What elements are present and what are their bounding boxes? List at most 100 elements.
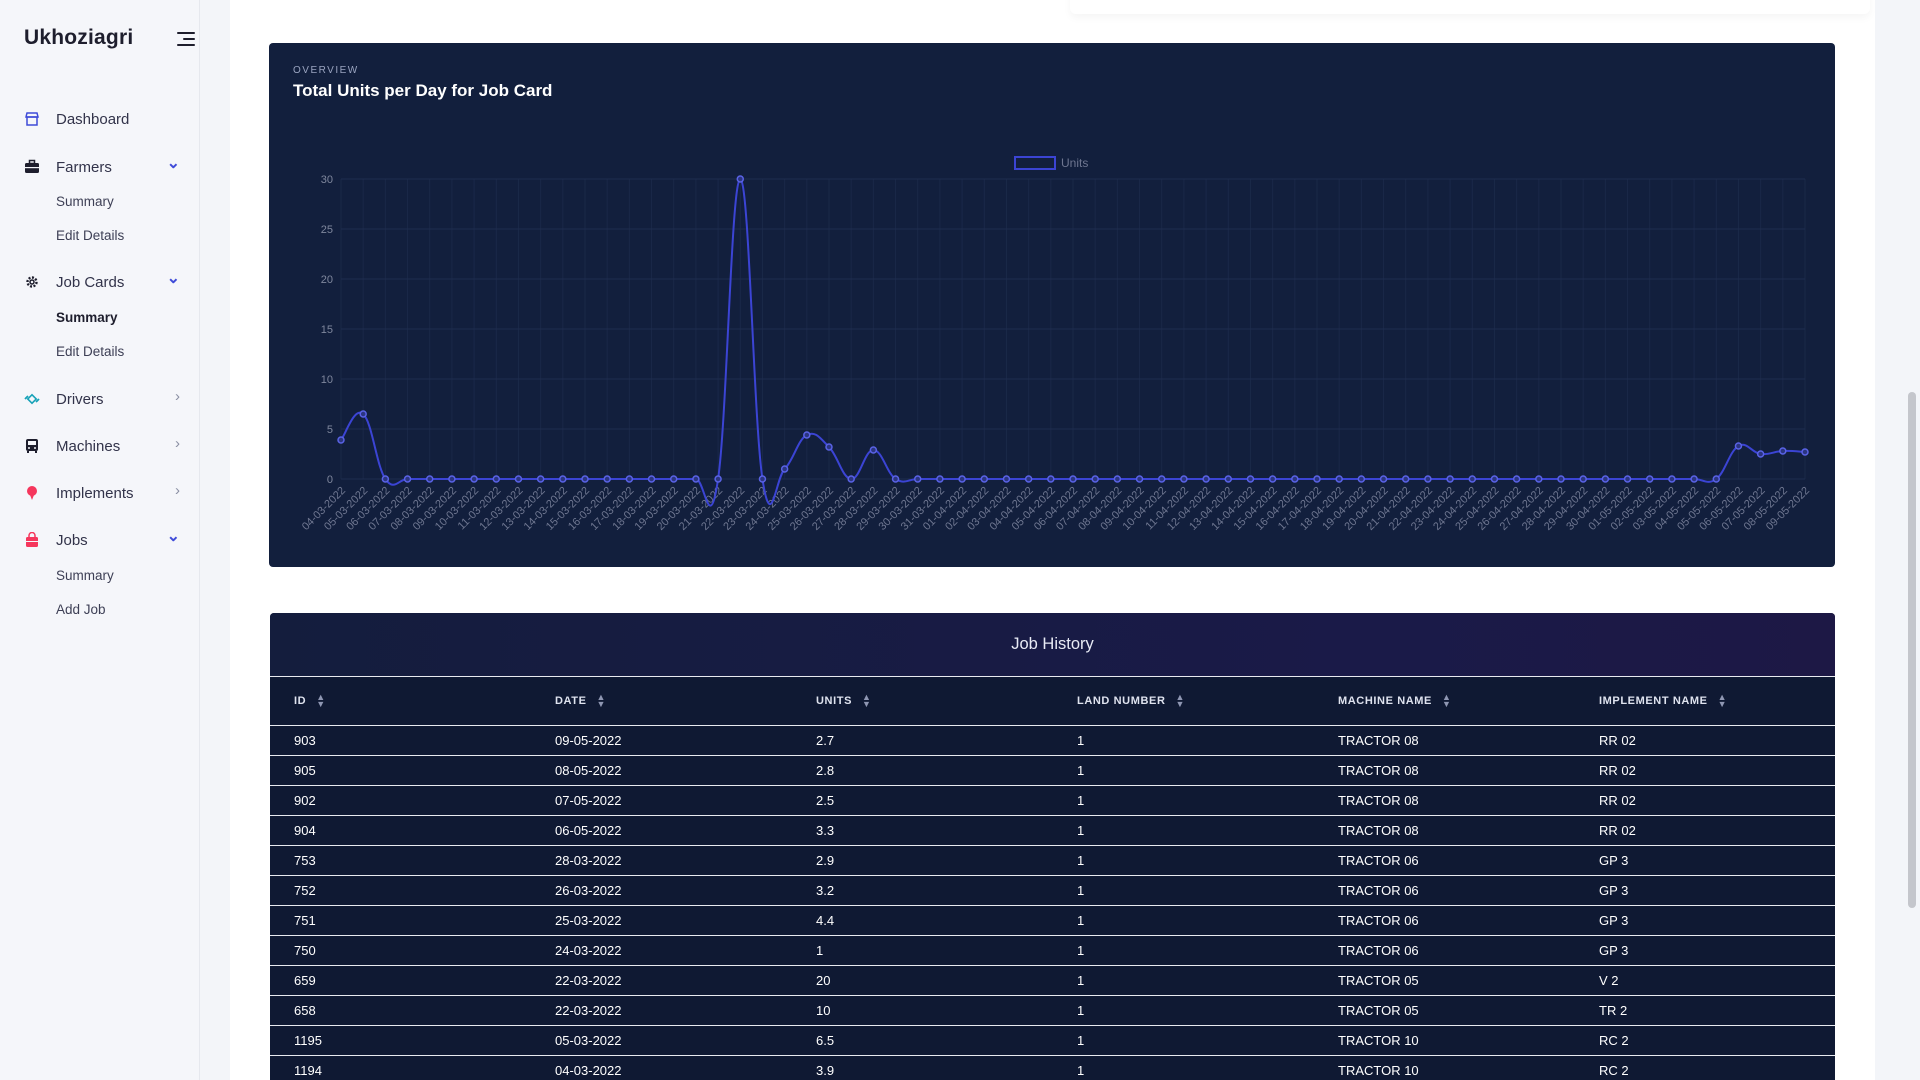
table-header-bar: Job History: [270, 613, 1835, 677]
column-header-date[interactable]: DATE ▲ ▼: [531, 677, 792, 726]
sidebar-item-jobs[interactable]: Jobs ⌄: [24, 528, 180, 552]
data-point: [1490, 475, 1499, 483]
data-point: [1113, 475, 1122, 483]
sidebar-subitem-jobs-add-job[interactable]: Add Job: [56, 602, 106, 617]
table-cell: 08-05-2022: [531, 755, 792, 786]
data-point: [337, 436, 345, 444]
sort-icon[interactable]: ▲ ▼: [316, 692, 326, 708]
column-header-label: IMPLEMENT NAME: [1599, 694, 1708, 707]
table-cell: 3.2: [792, 875, 1053, 906]
table-cell: GP 3: [1575, 845, 1835, 876]
store-icon: [24, 111, 40, 127]
sidebar-subitem-farmers-summary[interactable]: Summary: [56, 194, 114, 209]
table-row[interactable]: 903 09-05-2022 2.7 1 TRACTOR 08 RR 02: [270, 725, 1835, 756]
table-cell: 904: [270, 815, 531, 846]
sidebar-item-farmers[interactable]: Farmers ⌄: [24, 155, 180, 179]
table-cell: 22-03-2022: [531, 965, 792, 996]
table-title: Job History: [1011, 635, 1094, 653]
sidebar-item-dashboard[interactable]: Dashboard: [24, 107, 180, 131]
data-point: [847, 475, 855, 483]
table-row[interactable]: 659 22-03-2022 20 1 TRACTOR 05 V 2: [270, 965, 1835, 996]
table-cell: 752: [270, 875, 531, 906]
column-header-label: LAND NUMBER: [1077, 694, 1166, 707]
sidebar-item-drivers[interactable]: Drivers ›: [24, 387, 180, 411]
column-header-implement-name[interactable]: IMPLEMENT NAME ▲ ▼: [1575, 677, 1835, 726]
table-cell: 2.7: [792, 725, 1053, 756]
column-header-id[interactable]: ID ▲ ▼: [270, 677, 531, 726]
table-row[interactable]: 1194 04-03-2022 3.9 1 TRACTOR 10 RC 2: [270, 1055, 1835, 1080]
sort-icon[interactable]: ▲ ▼: [1442, 692, 1452, 708]
data-point: [1756, 450, 1765, 458]
table-row[interactable]: 751 25-03-2022 4.4 1 TRACTOR 06 GP 3: [270, 905, 1835, 936]
y-tick-label: 30: [321, 174, 333, 186]
table-row[interactable]: 658 22-03-2022 10 1 TRACTOR 05 TR 2: [270, 995, 1835, 1026]
data-point: [1379, 475, 1388, 483]
table-row[interactable]: 902 07-05-2022 2.5 1 TRACTOR 08 RR 02: [270, 785, 1835, 816]
table-cell: 6.5: [792, 1025, 1053, 1056]
table-cell: TRACTOR 06: [1314, 875, 1575, 906]
column-header-units[interactable]: UNITS ▲ ▼: [792, 677, 1053, 726]
chevron-down-icon[interactable]: ⌄: [167, 526, 180, 546]
table-cell: 903: [270, 725, 531, 756]
data-point: [492, 475, 501, 483]
data-point: [1668, 475, 1676, 483]
gear-icon: [24, 274, 40, 290]
chart-card: OVERVIEW Total Units per Day for Job Car…: [269, 43, 1835, 567]
table-row[interactable]: 753 28-03-2022 2.9 1 TRACTOR 06 GP 3: [270, 845, 1835, 876]
table-row[interactable]: 750 24-03-2022 1 1 TRACTOR 06 GP 3: [270, 935, 1835, 966]
data-point: [1690, 475, 1698, 483]
sidebar-subitem-jobs-summary[interactable]: Summary: [56, 568, 114, 583]
chevron-down-icon[interactable]: ⌄: [167, 153, 180, 173]
table-cell: GP 3: [1575, 905, 1835, 936]
data-point: [913, 475, 922, 483]
data-point: [825, 443, 833, 451]
chevron-right-icon[interactable]: ›: [175, 482, 180, 499]
sort-icon[interactable]: ▲ ▼: [1718, 692, 1728, 708]
bus-icon: [24, 438, 40, 454]
table-cell: 05-03-2022: [531, 1025, 792, 1056]
y-tick-label: 20: [321, 274, 333, 286]
data-point: [359, 410, 367, 418]
table-cell: RR 02: [1575, 725, 1835, 756]
table-row[interactable]: 904 06-05-2022 3.3 1 TRACTOR 08 RR 02: [270, 815, 1835, 846]
sidebar-item-label: Job Cards: [56, 273, 125, 291]
data-point: [714, 475, 722, 483]
sidebar-subitem-farmers-edit-details[interactable]: Edit Details: [56, 228, 124, 243]
table-cell: RR 02: [1575, 755, 1835, 786]
brand-logo[interactable]: Ukhoziagri: [24, 26, 133, 50]
table-cell: 20: [792, 965, 1053, 996]
briefcase-icon: [24, 159, 40, 175]
table-row[interactable]: 752 26-03-2022 3.2 1 TRACTOR 06 GP 3: [270, 875, 1835, 906]
chevron-down-icon[interactable]: ⌄: [167, 268, 180, 288]
column-header-label: DATE: [555, 694, 587, 707]
table-cell: TRACTOR 05: [1314, 995, 1575, 1026]
sort-icon[interactable]: ▲ ▼: [1175, 692, 1185, 708]
sidebar-item-implements[interactable]: Implements ›: [24, 481, 180, 505]
chevron-right-icon[interactable]: ›: [175, 388, 180, 405]
sort-icon[interactable]: ▲ ▼: [862, 692, 872, 708]
table-cell: 1: [1053, 785, 1314, 816]
table-row[interactable]: 905 08-05-2022 2.8 1 TRACTOR 08 RR 02: [270, 755, 1835, 786]
table-cell: 1: [1053, 1025, 1314, 1056]
data-point: [603, 475, 611, 483]
table-cell: 3.9: [792, 1055, 1053, 1080]
sidebar-item-machines[interactable]: Machines ›: [24, 434, 180, 458]
sort-icon[interactable]: ▲ ▼: [597, 692, 607, 708]
sidebar-toggle-icon[interactable]: [175, 30, 195, 48]
sidebar-subitem-job-cards-edit-details[interactable]: Edit Details: [56, 344, 124, 359]
column-header-land-number[interactable]: LAND NUMBER ▲ ▼: [1053, 677, 1314, 726]
page-scrollbar[interactable]: [1908, 392, 1916, 908]
chevron-right-icon[interactable]: ›: [175, 435, 180, 452]
table-row[interactable]: 1195 05-03-2022 6.5 1 TRACTOR 10 RC 2: [270, 1025, 1835, 1056]
data-point: [1557, 475, 1565, 483]
sidebar-subitem-job-cards-summary[interactable]: Summary: [56, 310, 118, 325]
column-header-machine-name[interactable]: MACHINE NAME ▲ ▼: [1314, 677, 1575, 726]
table-cell: TRACTOR 08: [1314, 785, 1575, 816]
data-point: [891, 475, 900, 483]
table-cell: 24-03-2022: [531, 935, 792, 966]
table-cell: 1: [1053, 935, 1314, 966]
y-tick-label: 10: [321, 374, 333, 386]
table-cell: 905: [270, 755, 531, 786]
sidebar-item-job-cards[interactable]: Job Cards ⌄: [24, 270, 180, 294]
data-point: [980, 475, 989, 483]
